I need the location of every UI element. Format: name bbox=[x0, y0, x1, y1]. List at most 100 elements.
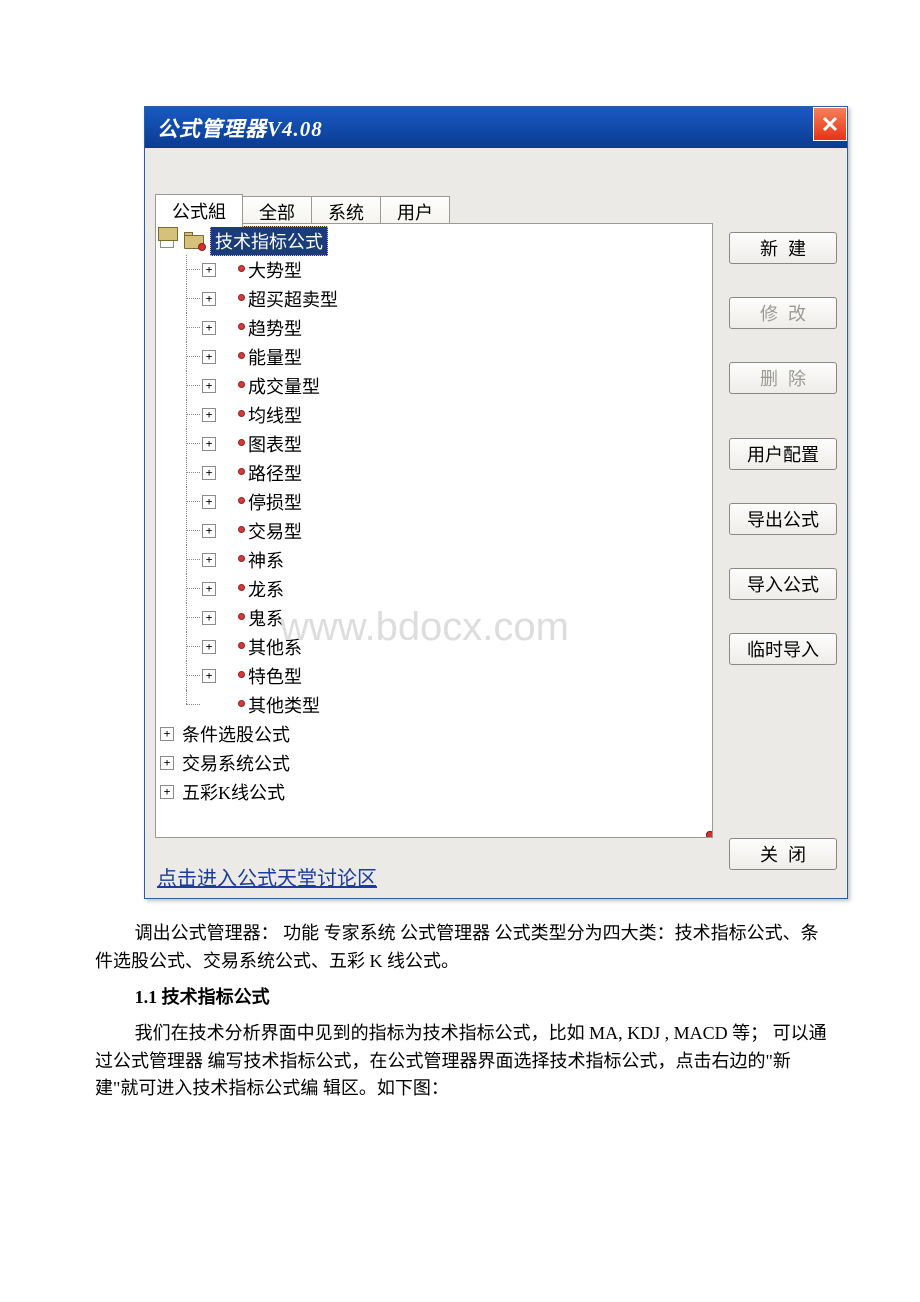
user-config-button[interactable]: 用户配置 bbox=[729, 438, 837, 470]
paragraph: 我们在技术分析界面中见到的指标为技术指标公式，比如 MA, KDJ , MACD… bbox=[95, 1020, 830, 1104]
expand-icon[interactable]: + bbox=[202, 582, 216, 596]
tab-system[interactable]: 系统 bbox=[311, 196, 381, 226]
tree-node-label: 其他系 bbox=[248, 634, 302, 660]
expand-icon[interactable]: + bbox=[202, 263, 216, 277]
export-formula-button[interactable]: 导出公式 bbox=[729, 503, 837, 535]
delete-button[interactable]: 删除 bbox=[729, 362, 837, 394]
folder-icon bbox=[182, 232, 204, 249]
tree-node[interactable]: + 交易型 bbox=[180, 516, 708, 545]
import-formula-button[interactable]: 导入公式 bbox=[729, 568, 837, 600]
wave-icon bbox=[224, 437, 242, 451]
tree-node-label: 鬼系 bbox=[248, 605, 284, 631]
expand-icon[interactable]: + bbox=[202, 379, 216, 393]
tab-formula-group[interactable]: 公式組 bbox=[155, 194, 243, 227]
tab-strip: 公式組 全部 系统 用户 bbox=[155, 193, 449, 226]
wave-icon bbox=[224, 611, 242, 625]
expand-icon[interactable]: + bbox=[202, 292, 216, 306]
expand-icon[interactable]: + bbox=[202, 408, 216, 422]
tree-node-label: 五彩K线公式 bbox=[182, 779, 285, 805]
wave-icon bbox=[224, 350, 242, 364]
expand-icon[interactable]: + bbox=[202, 350, 216, 364]
tree-siblings: + 条件选股公式 + 交易系统公式 + 五彩K线公式 bbox=[160, 719, 708, 806]
new-button[interactable]: 新建 bbox=[729, 232, 837, 264]
tree-node-label: 龙系 bbox=[248, 576, 284, 602]
tree-node-label: 神系 bbox=[248, 547, 284, 573]
button-column: 新建 修改 删除 用户配置 导出公式 导入公式 临时导入 bbox=[729, 232, 837, 665]
tree-node-label: 均线型 bbox=[248, 402, 302, 428]
tree-node[interactable]: + 成交量型 bbox=[180, 371, 708, 400]
tree-node-label: 大势型 bbox=[248, 257, 302, 283]
expand-icon[interactable]: + bbox=[202, 669, 216, 683]
tree-panel: − 技术指标公式 + 大势型 + 超买超卖型 + 趋势型 + 能量型 + 成交量型 + 均线… bbox=[155, 223, 713, 838]
tree-node-label: 特色型 bbox=[248, 663, 302, 689]
titlebar[interactable]: 公式管理器V4.08 bbox=[145, 107, 847, 148]
expand-icon[interactable]: + bbox=[160, 756, 174, 770]
tab-user[interactable]: 用户 bbox=[380, 196, 450, 226]
expand-icon[interactable]: + bbox=[160, 727, 174, 741]
tree-node-colorful-k[interactable]: + 五彩K线公式 bbox=[160, 777, 708, 806]
article: 调出公式管理器： 功能 专家系统 公式管理器 公式类型分为四大类：技术指标公式、… bbox=[95, 920, 830, 1111]
wave-icon bbox=[224, 582, 242, 596]
tree-node[interactable]: + 停损型 bbox=[180, 487, 708, 516]
tree-node[interactable]: + 大势型 bbox=[180, 255, 708, 284]
wave-icon bbox=[224, 495, 242, 509]
wave-icon bbox=[224, 292, 242, 306]
expand-icon[interactable]: + bbox=[202, 640, 216, 654]
tree-node-label: 停损型 bbox=[248, 489, 302, 515]
wave-icon bbox=[224, 640, 242, 654]
expand-icon[interactable]: + bbox=[202, 611, 216, 625]
tree-node-condition[interactable]: + 条件选股公式 bbox=[160, 719, 708, 748]
tree-node-tech-indicator[interactable]: − 技术指标公式 bbox=[160, 226, 708, 255]
tree-node[interactable]: + 鬼系 bbox=[180, 603, 708, 632]
expand-icon[interactable]: + bbox=[202, 553, 216, 567]
wave-icon bbox=[224, 263, 242, 277]
window-title: 公式管理器V4.08 bbox=[157, 113, 323, 143]
expand-icon[interactable]: + bbox=[202, 437, 216, 451]
tree-node[interactable]: +图表型 bbox=[180, 429, 708, 458]
wave-icon bbox=[224, 466, 242, 480]
tree-node-label: 条件选股公式 bbox=[182, 721, 290, 747]
tree-node[interactable]: + 其他系 bbox=[180, 632, 708, 661]
tree-node[interactable]: 其他类型 bbox=[180, 690, 708, 719]
tree: − 技术指标公式 + 大势型 + 超买超卖型 + 趋势型 + 能量型 + 成交量型 + 均线… bbox=[156, 224, 712, 808]
tree-node[interactable]: + 均线型 bbox=[180, 400, 708, 429]
wave-icon bbox=[224, 408, 242, 422]
wave-icon bbox=[224, 553, 242, 567]
expand-icon[interactable]: + bbox=[202, 466, 216, 480]
wave-icon bbox=[224, 379, 242, 393]
tree-node[interactable]: + 趋势型 bbox=[180, 313, 708, 342]
tree-node[interactable]: + 能量型 bbox=[180, 342, 708, 371]
tree-node-label: 能量型 bbox=[248, 344, 302, 370]
tree-node[interactable]: + 路径型 bbox=[180, 458, 708, 487]
formula-manager-dialog: 公式管理器V4.08 公式組 全部 系统 用户 − 技术指标公式 +大 bbox=[144, 106, 848, 899]
wave-icon bbox=[224, 669, 242, 683]
modify-button[interactable]: 修改 bbox=[729, 297, 837, 329]
tree-node[interactable]: + 超买超卖型 bbox=[180, 284, 708, 313]
section-heading: 1.1 技术指标公式 bbox=[95, 984, 830, 1012]
tree-node-label: 交易型 bbox=[248, 518, 302, 544]
paragraph: 调出公式管理器： 功能 专家系统 公式管理器 公式类型分为四大类：技术指标公式、… bbox=[95, 920, 830, 976]
tree-children: + 大势型 + 超买超卖型 + 趋势型 + 能量型 + 成交量型 + 均线型 +图表型 + 路… bbox=[160, 255, 708, 719]
tree-node-label: 超买超卖型 bbox=[248, 286, 338, 312]
close-icon[interactable] bbox=[813, 107, 847, 141]
temp-import-button[interactable]: 临时导入 bbox=[729, 633, 837, 665]
wave-icon bbox=[224, 698, 242, 712]
close-button[interactable]: 关闭 bbox=[729, 838, 837, 870]
expand-icon[interactable]: + bbox=[202, 495, 216, 509]
wave-icon bbox=[224, 321, 242, 335]
expand-icon[interactable]: + bbox=[160, 785, 174, 799]
wave-icon bbox=[224, 524, 242, 538]
tree-node[interactable]: + 特色型 bbox=[180, 661, 708, 690]
tree-node-label: 路径型 bbox=[248, 460, 302, 486]
expand-icon[interactable]: + bbox=[202, 524, 216, 538]
tree-node-label: 趋势型 bbox=[248, 315, 302, 341]
tree-node-label: 成交量型 bbox=[248, 373, 320, 399]
tree-node[interactable]: + 龙系 bbox=[180, 574, 708, 603]
tree-node[interactable]: + 神系 bbox=[180, 545, 708, 574]
tab-all[interactable]: 全部 bbox=[242, 196, 312, 226]
forum-link[interactable]: 点击进入公式天堂讨论区 bbox=[157, 862, 377, 891]
tree-node-trading[interactable]: + 交易系统公式 bbox=[160, 748, 708, 777]
expand-icon[interactable]: + bbox=[202, 321, 216, 335]
tree-node-label: 其他类型 bbox=[248, 692, 320, 718]
tree-node-label: 交易系统公式 bbox=[182, 750, 290, 776]
